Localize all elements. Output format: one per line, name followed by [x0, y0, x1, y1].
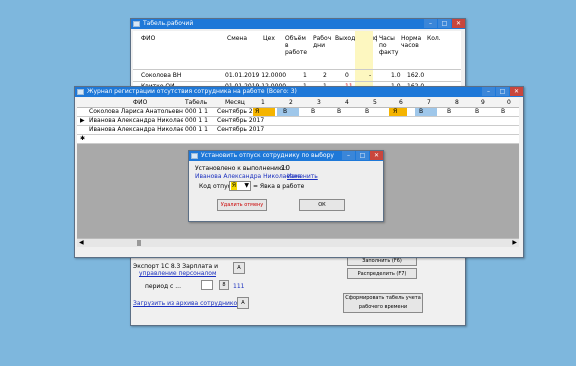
minimize-button[interactable]: –: [424, 19, 437, 28]
remove-cancel-button[interactable]: Удалить отмену: [217, 199, 267, 211]
vacation-dialog: Установить отпуск сотруднику по выбору –…: [188, 150, 384, 222]
close-button[interactable]: ✕: [370, 151, 383, 160]
column-header[interactable]: 6: [399, 99, 403, 106]
column-header[interactable]: 3: [317, 99, 321, 106]
column-header[interactable]: Смена: [227, 35, 247, 42]
ok-button[interactable]: ОК: [299, 199, 345, 211]
column-header[interactable]: Цех: [263, 35, 275, 42]
new-record-row[interactable]: ✱: [77, 135, 519, 144]
export-label: Экспорт 1С 8.3 Зарплата и: [133, 263, 219, 270]
employee-name: Иванова Александра Николаевна: [195, 173, 302, 180]
vacation-code-description: = Явка в работе: [253, 183, 305, 190]
vacation-dialog-titlebar[interactable]: Установить отпуск сотруднику по выбору –…: [189, 151, 383, 161]
build-timesheet-button[interactable]: Сформировать табель учета рабочего време…: [343, 293, 423, 313]
set-value: 10: [281, 164, 290, 172]
app-icon: [133, 21, 140, 27]
horizontal-scrollbar[interactable]: ◀ ▶: [77, 238, 519, 247]
archive-link[interactable]: Загрузить из архива сотрудников: [133, 300, 241, 307]
column-header[interactable]: Объём в работе: [285, 35, 311, 56]
period-input[interactable]: [201, 280, 213, 290]
vacation-dialog-title: Установить отпуск сотруднику по выбору: [201, 152, 334, 159]
minimize-button[interactable]: –: [482, 87, 495, 96]
column-header[interactable]: 2: [289, 99, 293, 106]
period-picker-button[interactable]: 8: [219, 280, 229, 290]
timesheet-titlebar[interactable]: Табель.рабочий – □ ✕: [131, 19, 465, 29]
close-button[interactable]: ✕: [510, 87, 523, 96]
column-header[interactable]: 7: [427, 99, 431, 106]
column-header[interactable]: Норма часов: [401, 35, 423, 49]
app-icon: [77, 89, 84, 95]
maximize-button[interactable]: □: [496, 87, 509, 96]
column-header[interactable]: ФИО: [141, 35, 155, 42]
period-value: 111: [233, 283, 245, 290]
table-row[interactable]: Соколова Лариса Анатольевна 000 1 1 Сент…: [77, 108, 519, 117]
scroll-left-icon[interactable]: ◀: [79, 239, 84, 246]
column-header[interactable]: 4: [345, 99, 349, 106]
maximize-button[interactable]: □: [356, 151, 369, 160]
table-row[interactable]: Соколова ВН 01.01.2019 12.0000 1 2 0 - 1…: [137, 72, 457, 80]
export-link[interactable]: управление персоналом: [139, 270, 216, 277]
change-link[interactable]: Изменить: [287, 173, 318, 180]
column-header[interactable]: 1: [261, 99, 265, 106]
absence-journal-titlebar[interactable]: Журнал регистрации отсутствия сотрудника…: [75, 87, 523, 97]
column-header[interactable]: Часы по факту: [379, 35, 399, 56]
scroll-right-icon[interactable]: ▶: [512, 239, 517, 246]
column-header[interactable]: Табель: [185, 99, 207, 106]
period-label: период с ...: [145, 283, 181, 290]
timesheet-title: Табель.рабочий: [143, 20, 194, 27]
column-header[interactable]: 9: [481, 99, 485, 106]
new-record-icon: ✱: [80, 135, 86, 142]
app-icon: [191, 153, 198, 159]
archive-icon-button[interactable]: A: [237, 297, 249, 309]
vacation-code-select[interactable]: Я ▼: [229, 181, 251, 191]
minimize-button[interactable]: –: [342, 151, 355, 160]
column-header[interactable]: Выходные: [335, 35, 357, 42]
table-row[interactable]: Иванова Александра Николаевна 000 1 1 Се…: [77, 126, 519, 135]
column-header[interactable]: Рабочие дни: [313, 35, 331, 49]
column-header[interactable]: 5: [373, 99, 377, 106]
chevron-down-icon[interactable]: ▼: [244, 182, 249, 189]
close-button[interactable]: ✕: [452, 19, 465, 28]
column-header[interactable]: 0: [507, 99, 511, 106]
column-header[interactable]: Кол.: [427, 35, 441, 42]
maximize-button[interactable]: □: [438, 19, 451, 28]
column-header[interactable]: 8: [455, 99, 459, 106]
column-header[interactable]: ФИО: [133, 99, 147, 106]
set-label: Установлено к выполнению :: [195, 165, 287, 172]
table-row[interactable]: ▶ Иванова Александра Николаевна 000 1 1 …: [77, 117, 519, 126]
distribute-button[interactable]: Распределить (F7): [347, 268, 417, 279]
column-header[interactable]: Месяц: [225, 99, 245, 106]
export-icon-button[interactable]: A: [233, 262, 245, 274]
absence-journal-title: Журнал регистрации отсутствия сотрудника…: [87, 88, 297, 95]
